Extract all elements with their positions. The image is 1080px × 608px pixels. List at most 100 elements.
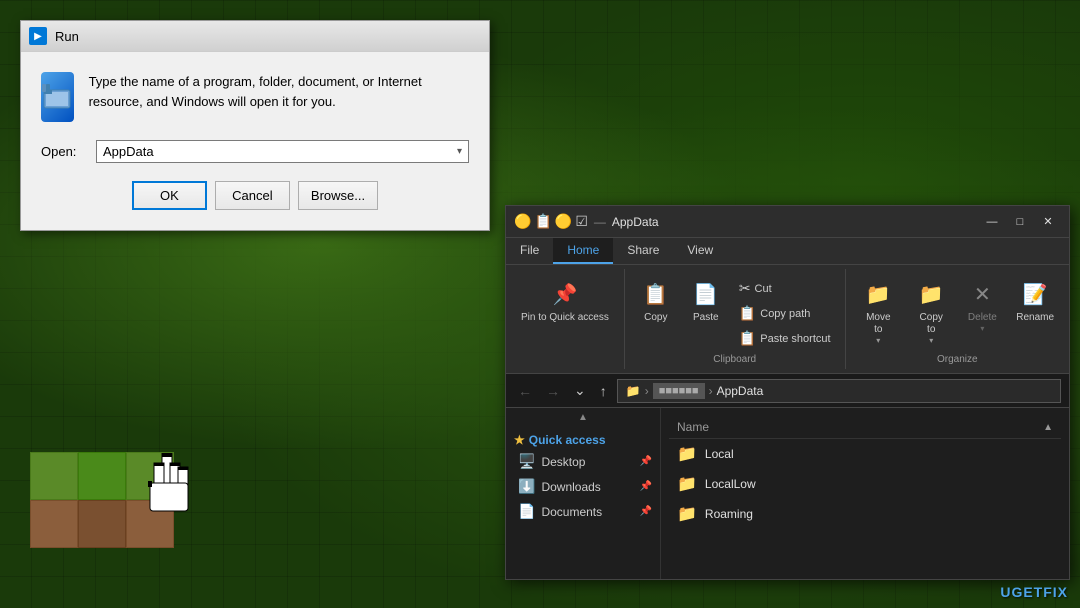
rename-label: Rename	[1016, 312, 1054, 324]
file-explorer: 🟡 📋 🟡 ☑ — AppData — □ ✕ File Home Share …	[505, 205, 1070, 580]
localLow-folder-icon: 📁	[677, 474, 697, 494]
sidebar-item-downloads[interactable]: ⬇️ Downloads 📌	[506, 474, 660, 499]
file-item-local-label: Local	[705, 447, 734, 461]
run-open-label: Open:	[41, 144, 86, 159]
paste-button[interactable]: 📄 Paste	[683, 273, 729, 329]
run-input[interactable]	[103, 144, 457, 159]
clipboard-icon: 📋	[534, 213, 551, 230]
organize-items: 📁 Move to ▾ 📁 Copy to ▾ ✕ Delete ▾	[854, 273, 1061, 350]
run-cancel-button[interactable]: Cancel	[215, 181, 290, 210]
clipboard-label: Clipboard	[633, 354, 837, 365]
move-to-icon: 📁	[862, 278, 894, 310]
delete-label: Delete	[968, 312, 997, 324]
file-item-roaming[interactable]: 📁 Roaming	[669, 499, 1061, 529]
quick-access-header: ★ Quick access	[506, 427, 660, 449]
sidebar-desktop-label: Desktop	[541, 455, 633, 469]
pin-icon: 📌	[549, 278, 581, 310]
sidebar-documents-label: Documents	[541, 505, 633, 519]
run-ok-button[interactable]: OK	[132, 181, 207, 210]
nav-recent-button[interactable]: ⌄	[570, 380, 590, 401]
sidebar-item-desktop[interactable]: 🖥️ Desktop 📌	[506, 449, 660, 474]
rename-button[interactable]: 📝 Rename	[1009, 273, 1061, 350]
organize-group: 📁 Move to ▾ 📁 Copy to ▾ ✕ Delete ▾	[846, 269, 1069, 369]
pin-label: Pin to Quick access	[521, 312, 609, 324]
paste-shortcut-button[interactable]: 📋 Paste shortcut	[733, 327, 837, 350]
copy-to-label: Copy to	[914, 312, 948, 336]
run-open-row: Open: ▾	[41, 140, 469, 163]
tab-view[interactable]: View	[673, 238, 727, 264]
delete-icon: ✕	[966, 278, 998, 310]
copy-icon: 📋	[640, 278, 672, 310]
paste-shortcut-label: Paste shortcut	[760, 333, 830, 345]
downloads-pin-icon: 📌	[640, 481, 652, 492]
file-item-localLow[interactable]: 📁 LocalLow	[669, 469, 1061, 499]
sidebar-item-documents[interactable]: 📄 Documents 📌	[506, 499, 660, 524]
title-separator: —	[594, 215, 606, 229]
delete-arrow-icon: ▾	[980, 324, 984, 333]
explorer-title-icons: 🟡 📋 🟡 ☑	[514, 213, 588, 230]
checkbox-icon: ☑	[575, 213, 588, 230]
move-to-button[interactable]: 📁 Move to ▾	[854, 273, 903, 350]
paste-shortcut-icon: 📋	[739, 330, 756, 347]
close-button[interactable]: ✕	[1035, 212, 1061, 232]
copy-path-icon: 📋	[739, 305, 756, 322]
run-icon	[41, 72, 74, 122]
cut-icon: ✂	[739, 280, 751, 297]
file-list-header: Name ▲	[669, 416, 1061, 439]
ribbon: File Home Share View 📌 Pin to Quick acce…	[506, 238, 1069, 374]
file-list-collapse-icon[interactable]: ▲	[1043, 422, 1053, 433]
move-to-arrow-icon: ▾	[876, 336, 880, 345]
breadcrumb-arrow: ›	[709, 384, 713, 398]
run-description: Type the name of a program, folder, docu…	[89, 72, 469, 111]
clipboard-top-row: 📋 Copy 📄 Paste ✂ Cut 📋	[633, 273, 837, 350]
clipboard-small-btns: ✂ Cut 📋 Copy path 📋 Paste shortcut	[733, 273, 837, 350]
run-dialog-title: Run	[55, 29, 79, 44]
explorer-title-text: AppData	[612, 215, 659, 229]
run-header: Type the name of a program, folder, docu…	[41, 72, 469, 122]
file-list-name-header: Name	[677, 420, 709, 434]
run-titlebar: ▶ Run	[21, 21, 489, 52]
sidebar: ▲ ★ Quick access 🖥️ Desktop 📌 ⬇️ Downloa…	[506, 408, 661, 579]
maximize-button[interactable]: □	[1007, 212, 1033, 232]
copy-to-button[interactable]: 📁 Copy to ▾	[907, 273, 955, 350]
paste-icon: 📄	[690, 278, 722, 310]
quick-access-label: Quick access	[529, 433, 606, 447]
folder-icon2: 🟡	[555, 213, 572, 230]
tab-home[interactable]: Home	[553, 238, 613, 264]
copy-path-button[interactable]: 📋 Copy path	[733, 302, 837, 325]
nav-up-button[interactable]: ↑	[596, 381, 611, 401]
breadcrumb-appdata: AppData	[717, 384, 764, 398]
ribbon-tabs: File Home Share View	[506, 238, 1069, 265]
run-buttons: OK Cancel Browse...	[41, 181, 469, 210]
tab-file[interactable]: File	[506, 238, 553, 264]
rename-icon: 📝	[1019, 278, 1051, 310]
clipboard-group: 📋 Copy 📄 Paste ✂ Cut 📋	[625, 269, 846, 369]
nav-forward-button[interactable]: →	[542, 381, 564, 401]
copy-to-icon: 📁	[915, 278, 947, 310]
window-controls: — □ ✕	[979, 212, 1061, 232]
explorer-title-left: 🟡 📋 🟡 ☑ — AppData	[514, 213, 659, 230]
ribbon-content: 📌 Pin to Quick access 📋 Copy 📄 Paste	[506, 265, 1069, 373]
copy-path-label: Copy path	[760, 308, 810, 320]
minimize-button[interactable]: —	[979, 212, 1005, 232]
file-item-local[interactable]: 📁 Local	[669, 439, 1061, 469]
pin-to-quick-access-button[interactable]: 📌 Pin to Quick access	[514, 273, 616, 329]
watermark: UGETFIX	[1000, 584, 1068, 600]
run-input-wrapper[interactable]: ▾	[96, 140, 469, 163]
copy-button[interactable]: 📋 Copy	[633, 273, 679, 329]
delete-button[interactable]: ✕ Delete ▾	[959, 273, 1005, 350]
address-path[interactable]: 📁 › ■■■■■■ › AppData	[617, 379, 1061, 403]
move-to-label: Move to	[861, 312, 896, 336]
desktop-icon: 🖥️	[518, 453, 535, 470]
paste-label: Paste	[693, 312, 719, 324]
nav-back-button[interactable]: ←	[514, 381, 536, 401]
run-browse-button[interactable]: Browse...	[298, 181, 378, 210]
folder-icon-yellow: 🟡	[514, 213, 531, 230]
tab-share[interactable]: Share	[613, 238, 673, 264]
address-bar: ← → ⌄ ↑ 📁 › ■■■■■■ › AppData	[506, 374, 1069, 408]
run-dialog: ▶ Run Type the name of a program, folder…	[20, 20, 490, 231]
cut-button[interactable]: ✂ Cut	[733, 277, 837, 300]
organize-label: Organize	[854, 354, 1061, 365]
run-dropdown-arrow-icon[interactable]: ▾	[457, 146, 462, 157]
pin-group: 📌 Pin to Quick access	[506, 269, 625, 369]
